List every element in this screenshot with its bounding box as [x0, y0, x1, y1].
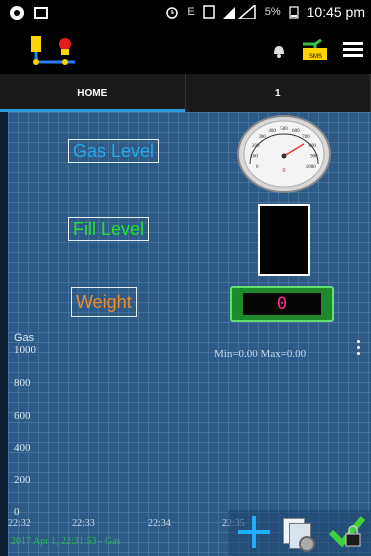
- menu-icon[interactable]: [343, 41, 363, 59]
- confirm-lock-icon[interactable]: [328, 512, 366, 550]
- gauge-tick-label: 700: [302, 135, 310, 140]
- gas-tank-logo-icon: [31, 36, 75, 65]
- fill-level-indicator: [258, 204, 310, 276]
- status-clock: 10:45 pm: [306, 4, 365, 20]
- battery-percent: 5%: [264, 6, 281, 18]
- gauge-tick-label: 900: [310, 155, 318, 160]
- dashboard-panel: Gas Level Fill Level Weight 0 100 200 300 40…: [8, 112, 371, 556]
- gauge-tick-label: 600: [292, 129, 300, 134]
- gauge-tick-label: 400: [268, 129, 276, 134]
- gauge-tick-label: 500: [280, 127, 288, 132]
- weight-display: 0: [230, 286, 334, 322]
- fill-level-label[interactable]: Fill Level: [68, 217, 150, 241]
- gas-gauge: 0100200300400 500 6007008009001000 0: [237, 115, 331, 193]
- chart-ytick: 1000: [14, 344, 36, 356]
- chart-xtick: 22:32: [8, 518, 31, 529]
- alarm-icon: [166, 7, 179, 19]
- copy-settings-icon[interactable]: [283, 518, 315, 552]
- weight-label[interactable]: Weight: [71, 287, 137, 317]
- left-edge: [0, 112, 8, 556]
- sms-icon[interactable]: SMS: [301, 38, 329, 62]
- add-icon[interactable]: [238, 516, 270, 548]
- chart-xtick: 22:34: [148, 518, 171, 529]
- gauge-value: 0: [283, 168, 286, 174]
- gauge-tick-label: 100: [250, 155, 258, 160]
- chart-minmax: Min=0.00 Max=0.00: [214, 348, 306, 360]
- action-bar: [228, 510, 371, 556]
- gas-level-label[interactable]: Gas Level: [68, 139, 160, 163]
- record-icon: [10, 6, 24, 20]
- gauge-tick-label: 1000: [306, 165, 317, 170]
- status-bar: E 5% 10:45 pm: [0, 0, 371, 28]
- gauge-tick-label: 800: [308, 144, 316, 149]
- chart-ytick: 600: [14, 410, 31, 422]
- chart-series-label: Gas: [14, 332, 35, 344]
- chart-ytick: 0: [14, 506, 20, 518]
- signal-icon: [222, 5, 256, 19]
- bell-icon[interactable]: [271, 42, 287, 58]
- weight-value: 0: [243, 293, 321, 315]
- gauge-tick-label: 300: [258, 135, 266, 140]
- chart-ytick: 400: [14, 442, 31, 454]
- tab-bar: HOME 1: [0, 74, 371, 112]
- chart-overflow-icon[interactable]: [357, 340, 361, 358]
- image-icon: [34, 7, 48, 19]
- tab-1[interactable]: 1: [186, 74, 371, 112]
- svg-text:SMS: SMS: [309, 54, 322, 60]
- sim-icon: [202, 5, 215, 19]
- battery-icon: [289, 6, 299, 19]
- chart-ytick: 800: [14, 377, 31, 389]
- network-indicator: E: [187, 6, 195, 18]
- app-bar: SMS: [0, 28, 371, 74]
- tab-home[interactable]: HOME: [0, 74, 186, 112]
- chart-footer: 2017 Apr 1, 22:31:53 - Gas: [11, 536, 121, 547]
- chart-xtick: 22:33: [72, 518, 95, 529]
- chart-max: Max=0.00: [260, 348, 307, 360]
- chart-ytick: 200: [14, 474, 31, 486]
- chart-min: Min=0.00: [214, 348, 258, 360]
- gauge-tick-label: 200: [252, 144, 260, 149]
